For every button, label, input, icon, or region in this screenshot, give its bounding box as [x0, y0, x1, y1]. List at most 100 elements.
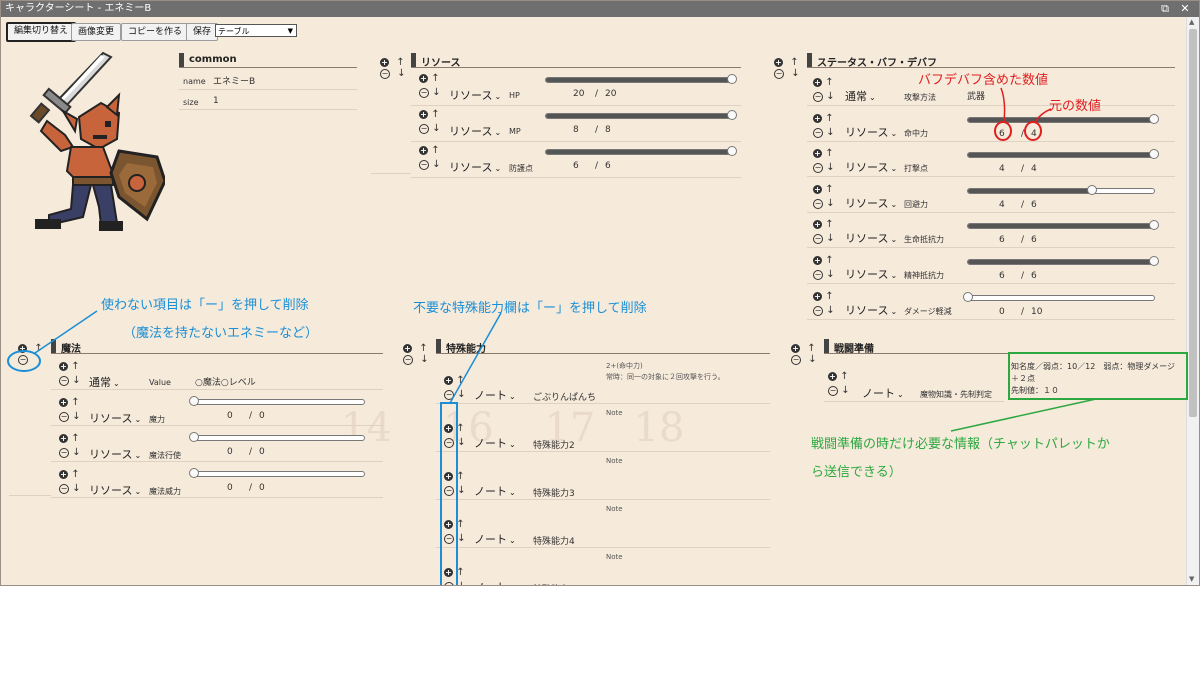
arrow-up-icon[interactable]: ↑ [456, 519, 464, 530]
arrow-down-icon[interactable]: ↓ [826, 162, 834, 173]
table-select[interactable]: テーブル ▼ [215, 24, 297, 37]
remove-icon[interactable]: − [419, 88, 429, 98]
remove-icon[interactable]: − [444, 534, 454, 544]
add-icon[interactable]: + [813, 184, 822, 194]
arrow-up-icon[interactable]: ↑ [456, 375, 464, 386]
slider-knob[interactable] [963, 291, 973, 302]
remove-icon[interactable]: − [59, 412, 69, 422]
arrow-down-icon[interactable]: ↓ [841, 385, 849, 396]
remove-icon[interactable]: − [813, 127, 823, 138]
arrow-down-icon[interactable]: ↓ [457, 581, 465, 585]
special-note[interactable]: 2+(命中力) [606, 361, 643, 371]
arrow-up-icon[interactable]: ↑ [825, 148, 833, 159]
slider-knob[interactable] [1149, 256, 1159, 266]
add-icon[interactable]: + [419, 146, 428, 155]
row-type-select[interactable]: ノート⌄ [474, 387, 516, 403]
add-icon[interactable]: + [403, 344, 412, 353]
add-icon[interactable]: + [444, 472, 453, 481]
special-note[interactable]: Note [606, 457, 623, 465]
arrow-up-icon[interactable]: ↑ [825, 77, 833, 88]
arrow-down-icon[interactable]: ↓ [791, 68, 799, 79]
row-type-select[interactable]: リソース ⌄ [89, 482, 141, 498]
arrow-down-icon[interactable]: ↓ [397, 68, 405, 79]
slider-knob[interactable] [1149, 220, 1159, 231]
current-value[interactable]: 4 [999, 200, 1005, 210]
current-value[interactable]: 0 [227, 447, 233, 457]
current-value[interactable]: 8 [573, 125, 579, 135]
remove-icon[interactable]: − [813, 234, 823, 245]
row-type-select[interactable]: ノート⌄ [474, 531, 516, 547]
add-icon[interactable]: + [813, 149, 822, 159]
special-note[interactable]: Note [606, 553, 623, 561]
scrollbar-thumb[interactable] [1189, 29, 1197, 417]
arrow-down-icon[interactable]: ↓ [457, 485, 465, 496]
slider-knob[interactable] [727, 74, 737, 84]
value-slider[interactable] [189, 432, 365, 442]
arrow-up-icon[interactable]: ↑ [71, 361, 79, 372]
remove-icon[interactable]: − [828, 386, 838, 396]
remove-icon[interactable]: − [59, 376, 69, 386]
slider-knob[interactable] [1149, 149, 1159, 160]
current-value[interactable]: 6 [999, 235, 1005, 245]
add-icon[interactable]: + [444, 376, 453, 385]
scroll-up-icon[interactable]: ▲ [1189, 18, 1194, 26]
remove-icon[interactable]: − [813, 198, 823, 209]
slider-knob[interactable] [189, 432, 199, 442]
make-copy-button[interactable]: コピーを作る [121, 23, 190, 41]
arrow-up-icon[interactable]: ↑ [71, 433, 79, 444]
max-value[interactable]: 6 [1031, 235, 1037, 245]
arrow-down-icon[interactable]: ↓ [457, 389, 465, 400]
current-value[interactable]: 0 [227, 483, 233, 493]
row-type-select[interactable]: リソース ⌄ [845, 230, 897, 246]
max-value[interactable]: 6 [1031, 200, 1037, 210]
close-icon[interactable]: ✕ [1177, 1, 1193, 17]
current-value[interactable]: 6 [999, 129, 1005, 139]
row-type-select[interactable]: ノート⌄ [474, 579, 516, 585]
add-icon[interactable]: + [828, 372, 837, 381]
arrow-down-icon[interactable]: ↓ [826, 127, 834, 138]
arrow-down-icon[interactable]: ↓ [826, 233, 834, 244]
arrow-up-icon[interactable]: ↑ [825, 219, 833, 230]
add-icon[interactable]: + [59, 398, 68, 407]
remove-icon[interactable]: − [380, 69, 390, 79]
current-value[interactable]: 0 [227, 411, 233, 421]
row-type-select[interactable]: リソース ⌄ [845, 266, 897, 282]
max-value[interactable]: 8 [605, 125, 611, 135]
row-type-select[interactable]: ノート⌄ [862, 385, 904, 401]
value-slider[interactable] [189, 396, 365, 406]
row-type-select[interactable]: リソース ⌄ [449, 87, 501, 103]
add-icon[interactable]: + [813, 256, 822, 265]
add-icon[interactable]: + [813, 291, 822, 301]
remove-magic-section-icon[interactable]: − [18, 355, 28, 365]
row-type-select[interactable]: リソース ⌄ [89, 410, 141, 426]
arrow-down-icon[interactable]: ↓ [432, 159, 440, 170]
row-type-select[interactable]: ノート⌄ [474, 435, 516, 451]
arrow-up-icon[interactable]: ↑ [431, 145, 439, 156]
slider-knob[interactable] [189, 468, 199, 478]
row-type-select[interactable]: リソース ⌄ [845, 302, 897, 318]
change-image-button[interactable]: 画像変更 [71, 23, 122, 41]
size-value[interactable]: 1 [213, 96, 219, 106]
row-type-select[interactable]: リソース ⌄ [845, 159, 897, 175]
arrow-up-icon[interactable]: ↑ [840, 371, 848, 382]
toggle-edit-button[interactable]: 編集切り替え [6, 22, 77, 42]
current-value[interactable]: 6 [999, 271, 1005, 281]
status-value[interactable]: 武器 [967, 89, 985, 102]
current-value[interactable]: 4 [999, 164, 1005, 174]
row-type-select[interactable]: リソース ⌄ [845, 195, 897, 211]
arrow-up-icon[interactable]: ↑ [71, 397, 79, 408]
arrow-down-icon[interactable]: ↓ [826, 91, 834, 102]
arrow-down-icon[interactable]: ↓ [826, 198, 834, 209]
arrow-up-icon[interactable]: ↑ [456, 567, 464, 578]
arrow-up-icon[interactable]: ↑ [825, 291, 833, 302]
add-icon[interactable]: + [813, 220, 822, 230]
special-note-detail[interactable]: 常時：同一の対象に２回攻撃を行う。 [606, 372, 725, 382]
add-icon[interactable]: + [813, 113, 822, 123]
name-value[interactable]: エネミーB [213, 74, 255, 87]
max-value[interactable]: 10 [1031, 307, 1042, 317]
add-icon[interactable]: + [444, 568, 453, 577]
arrow-up-icon[interactable]: ↑ [825, 184, 833, 195]
add-icon[interactable]: + [59, 362, 68, 371]
arrow-down-icon[interactable]: ↓ [432, 87, 440, 98]
current-value[interactable]: 6 [573, 161, 579, 171]
